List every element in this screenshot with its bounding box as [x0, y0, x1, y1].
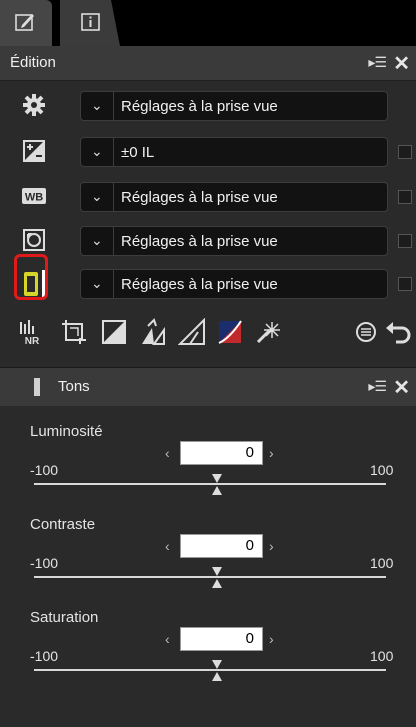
tab-bar [0, 0, 416, 46]
dropdown-separator [113, 138, 114, 166]
slider-thumb[interactable] [212, 579, 222, 588]
straighten-icon[interactable] [178, 318, 206, 346]
chevron-down-icon: ⌄ [91, 143, 103, 159]
tone-swatch [34, 378, 40, 396]
decrement-arrow-icon[interactable]: ‹ [165, 538, 170, 554]
tone-checkbox[interactable] [398, 277, 412, 291]
close-icon[interactable]: ✕ [393, 375, 410, 400]
increment-arrow-icon[interactable]: › [269, 538, 274, 554]
slider-max: 100 [370, 648, 394, 664]
highlight-box [14, 254, 48, 300]
dropdown-separator [113, 227, 114, 255]
settings-dropdown[interactable]: ⌄ Réglages à la prise vue [80, 91, 388, 121]
slider-thumb[interactable] [212, 486, 222, 495]
edition-row-exposure: ⌄ ±0 IL [0, 132, 416, 172]
exposure-dropdown[interactable]: ⌄ ±0 IL [80, 137, 388, 167]
dropdown-value: Réglages à la prise vue [121, 98, 278, 115]
dropdown-separator [113, 270, 114, 298]
saturation-value-input[interactable]: 0 [180, 627, 263, 651]
brightness-value-input[interactable]: 0 [180, 441, 263, 465]
history-icon[interactable] [352, 318, 380, 346]
chevron-down-icon: ⌄ [91, 188, 103, 204]
edition-header: Édition ▸☰ ✕ [0, 46, 416, 81]
white-balance-icon: WB [22, 188, 46, 204]
edition-row-settings: ⌄ Réglages à la prise vue [0, 86, 416, 126]
edit-toolbar: NR [0, 312, 416, 352]
panel-menu-icon[interactable]: ▸☰ [368, 54, 387, 71]
slider-track[interactable] [34, 576, 386, 578]
contrast-slider-group: Contraste -100 ‹ 0 › 100 [0, 516, 416, 616]
slider-label: Luminosité [30, 423, 103, 440]
panel-menu-icon[interactable]: ▸☰ [368, 378, 387, 395]
undo-icon[interactable] [384, 318, 412, 346]
tab-edit[interactable] [0, 0, 52, 46]
slider-thumb-marker[interactable] [212, 660, 222, 669]
slider-label: Saturation [30, 609, 99, 626]
tab-info[interactable] [60, 0, 120, 46]
retouch-brush-icon[interactable] [254, 318, 282, 346]
picture-control-icon [23, 229, 45, 251]
dropdown-value: Réglages à la prise vue [121, 233, 278, 250]
dropdown-value: Réglages à la prise vue [121, 189, 278, 206]
edit-pencil-icon [15, 14, 34, 31]
levels-icon[interactable] [140, 318, 168, 346]
white-balance-checkbox[interactable] [398, 190, 412, 204]
decrement-arrow-icon[interactable]: ‹ [165, 445, 170, 461]
slider-label: Contraste [30, 516, 96, 533]
brightness-slider-group: Luminosité -100 ‹ 0 › 100 [0, 423, 416, 523]
increment-arrow-icon[interactable]: › [269, 631, 274, 647]
tons-title: Tons [58, 378, 90, 395]
edition-row-picture-control: ⌄ Réglages à la prise vue [0, 221, 416, 261]
edition-row-white-balance: WB ⌄ Réglages à la prise vue [0, 177, 416, 217]
gear-icon [23, 94, 45, 116]
contrast-value-input[interactable]: 0 [180, 534, 263, 558]
picture-control-dropdown[interactable]: ⌄ Réglages à la prise vue [80, 226, 388, 256]
chevron-down-icon: ⌄ [91, 232, 103, 248]
noise-reduction-icon[interactable]: NR [18, 318, 46, 346]
exposure-checkbox[interactable] [398, 145, 412, 159]
info-icon [81, 13, 100, 31]
decrement-arrow-icon[interactable]: ‹ [165, 631, 170, 647]
dropdown-separator [113, 183, 114, 211]
slider-max: 100 [370, 555, 394, 571]
slider-track[interactable] [34, 669, 386, 671]
saturation-slider-group: Saturation -100 ‹ 0 › 100 [0, 609, 416, 709]
tons-header: Tons ▸☰ ✕ [0, 367, 416, 407]
picture-control-checkbox[interactable] [398, 234, 412, 248]
slider-thumb-marker[interactable] [212, 474, 222, 483]
svg-text:NR: NR [25, 336, 40, 346]
tone-dropdown[interactable]: ⌄ Réglages à la prise vue [80, 269, 388, 299]
curves-icon[interactable] [100, 318, 128, 346]
crop-icon[interactable] [60, 318, 88, 346]
color-balance-icon[interactable] [216, 318, 244, 346]
svg-text:WB: WB [25, 192, 43, 204]
chevron-down-icon: ⌄ [91, 275, 103, 291]
dropdown-value: ±0 IL [121, 144, 155, 161]
slider-track[interactable] [34, 483, 386, 485]
white-balance-dropdown[interactable]: ⌄ Réglages à la prise vue [80, 182, 388, 212]
edition-title: Édition [10, 54, 56, 71]
dropdown-value: Réglages à la prise vue [121, 276, 278, 293]
increment-arrow-icon[interactable]: › [269, 445, 274, 461]
slider-min: -100 [30, 648, 59, 664]
slider-thumb-marker[interactable] [212, 567, 222, 576]
dropdown-separator [113, 92, 114, 120]
edition-row-tone: ⌄ Réglages à la prise vue [0, 264, 416, 304]
chevron-down-icon: ⌄ [91, 97, 103, 113]
slider-min: -100 [30, 462, 59, 478]
slider-thumb[interactable] [212, 672, 222, 681]
slider-max: 100 [370, 462, 394, 478]
exposure-compensation-icon [23, 140, 45, 162]
close-icon[interactable]: ✕ [393, 51, 410, 76]
slider-min: -100 [30, 555, 59, 571]
